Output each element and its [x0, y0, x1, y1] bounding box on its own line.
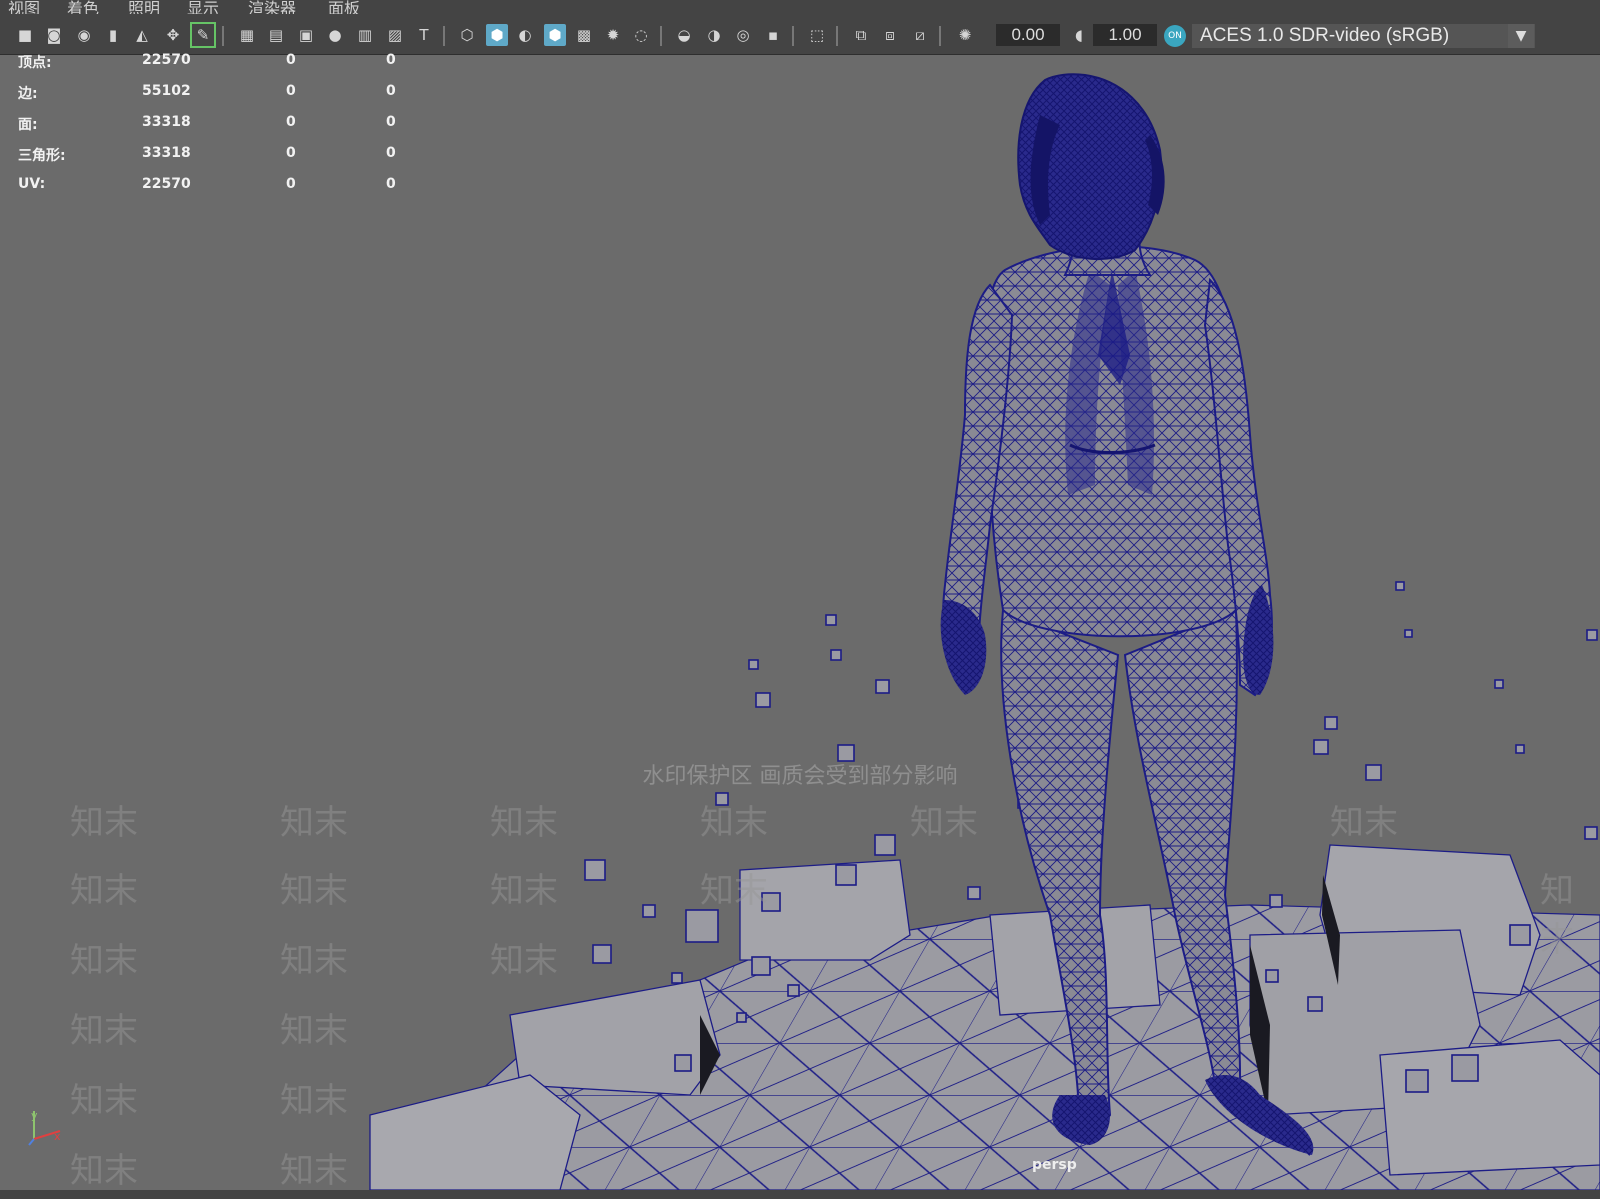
gamma-icon[interactable]: ◖ [1068, 24, 1090, 46]
watermark-tile: 知末 [280, 803, 348, 843]
safe-action-icon[interactable]: ▨ [384, 24, 406, 46]
watermark-tile: 知末 [1540, 871, 1574, 960]
menu-bar: 视图 着色 照明 显示 渲染器 面板 [0, 0, 1600, 14]
viewport-toolbar: ■ ◙ ◉ ▮ ◭ ✥ ✎ ▦ ▤ ▣ ● ▥ ▨ T ⬡ ⬢ ◐ ⬢ ▩ ✹ … [0, 14, 1600, 55]
menu-panels[interactable]: 面板 [328, 0, 360, 14]
grid-snap-icon[interactable]: ✥ [162, 24, 184, 46]
camera-bookmark-icon[interactable]: ◉ [73, 24, 95, 46]
toolbar-separator [660, 26, 662, 46]
watermark-tile: 知末 [70, 803, 138, 843]
camera-lock-icon[interactable]: ◙ [43, 24, 65, 46]
field-chart-icon[interactable]: ▥ [354, 24, 376, 46]
watermark-tile: 知末 [70, 1011, 138, 1051]
watermark-tile: 知末 [70, 941, 138, 981]
watermark-banner: 水印保护区 画质会受到部分影响 [0, 760, 1600, 794]
motion-blur-icon[interactable]: ◑ [703, 24, 725, 46]
chevron-down-icon[interactable]: ▼ [1508, 24, 1534, 48]
watermark-tile: 知末 [490, 941, 558, 981]
lights-icon[interactable]: ✹ [602, 24, 624, 46]
viewport-canvas[interactable] [0, 55, 1600, 1190]
watermark-tile: 知末 [70, 871, 138, 911]
menu-shading[interactable]: 着色 [67, 0, 99, 14]
color-management-toggle[interactable]: ON [1164, 25, 1186, 47]
watermark-tile: 知末 [280, 1081, 348, 1121]
xray-icon[interactable]: ⬢ [544, 24, 566, 46]
grid-icon[interactable]: ▦ [236, 24, 258, 46]
antialias-icon[interactable]: ◎ [732, 24, 754, 46]
exposure-icon[interactable]: ✺ [954, 24, 976, 46]
xray-active-icon[interactable]: ⧈ [879, 24, 901, 46]
film-gate-icon[interactable]: ▤ [265, 24, 287, 46]
toolbar-separator [836, 26, 838, 46]
color-space-select[interactable]: ACES 1.0 SDR-video (sRGB) [1192, 24, 1535, 48]
backface-icon[interactable]: ⧄ [909, 24, 931, 46]
watermark-tile: 知末 [70, 1081, 138, 1121]
smooth-shade-icon[interactable]: ⬢ [486, 24, 508, 46]
watermark-tile: 知末 [280, 941, 348, 981]
shade-wireframe-icon[interactable]: ◐ [514, 24, 536, 46]
watermark-tile: 知末 [70, 1151, 138, 1191]
watermark-tile: 知末 [910, 803, 978, 843]
wireframe-icon[interactable]: ⬡ [456, 24, 478, 46]
viewport-bottom-bar [0, 1190, 1600, 1199]
isolate-select-icon[interactable]: ⬚ [806, 24, 828, 46]
watermark-tile: 知末 [700, 803, 768, 843]
axis-y-label: y [31, 1109, 38, 1122]
xray-joints-icon[interactable]: ⧉ [850, 24, 872, 46]
watermark-tile: 知末 [280, 871, 348, 911]
paint-tool-icon[interactable]: ✎ [190, 22, 216, 48]
toolbar-separator [443, 26, 445, 46]
menu-show[interactable]: 显示 [187, 0, 219, 14]
watermark-tile: 知末 [280, 1151, 348, 1191]
resolution-gate-icon[interactable]: ▣ [295, 24, 317, 46]
toolbar-separator [939, 26, 941, 46]
gate-mask-icon[interactable]: ● [324, 24, 346, 46]
axis-x-label: x [54, 1130, 61, 1143]
watermark-tile: 知末 [700, 871, 768, 911]
safe-title-icon[interactable]: T [413, 24, 435, 46]
bookmark-icon[interactable]: ▮ [102, 24, 124, 46]
textured-icon[interactable]: ▩ [573, 24, 595, 46]
camera-name-label: persp [1032, 1157, 1077, 1173]
menu-renderer[interactable]: 渲染器 [248, 0, 296, 14]
shadows-icon[interactable]: ◌ [630, 24, 652, 46]
gamma-field[interactable]: 1.00 [1093, 24, 1157, 46]
watermark-banner-text: 水印保护区 画质会受到部分影响 [628, 764, 972, 789]
menu-view[interactable]: 视图 [8, 0, 40, 14]
exposure-field[interactable]: 0.00 [996, 24, 1060, 46]
camera-icon[interactable]: ■ [14, 24, 36, 46]
watermark-tile: 知末 [280, 1011, 348, 1051]
watermark-tile: 知末 [1330, 803, 1398, 843]
depth-of-field-icon[interactable]: ▪ [762, 24, 784, 46]
watermark-tile: 知末 [490, 871, 558, 911]
toolbar-separator [222, 26, 224, 46]
toolbar-separator [792, 26, 794, 46]
image-plane-icon[interactable]: ◭ [131, 24, 153, 46]
menu-lighting[interactable]: 照明 [128, 0, 160, 14]
watermark-tile: 知末 [490, 803, 558, 843]
ambient-occlusion-icon[interactable]: ◒ [673, 24, 695, 46]
